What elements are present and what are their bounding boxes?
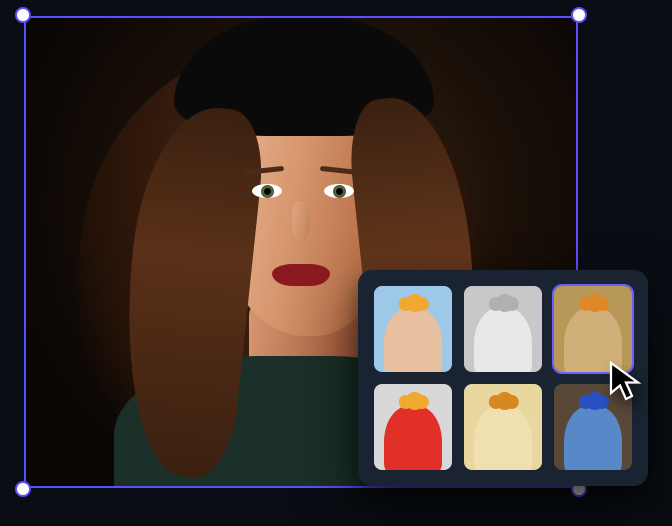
resize-handle-top-left[interactable] (15, 7, 31, 23)
filter-thumb-cool[interactable] (554, 384, 632, 470)
filter-panel (358, 270, 648, 486)
filter-thumb-warm[interactable] (464, 384, 542, 470)
resize-handle-top-right[interactable] (571, 7, 587, 23)
resize-handle-bottom-left[interactable] (15, 481, 31, 497)
filter-thumb-sepia[interactable] (554, 286, 632, 372)
filter-thumb-grayscale[interactable] (464, 286, 542, 372)
filter-thumb-original[interactable] (374, 286, 452, 372)
filter-thumb-red-pop[interactable] (374, 384, 452, 470)
